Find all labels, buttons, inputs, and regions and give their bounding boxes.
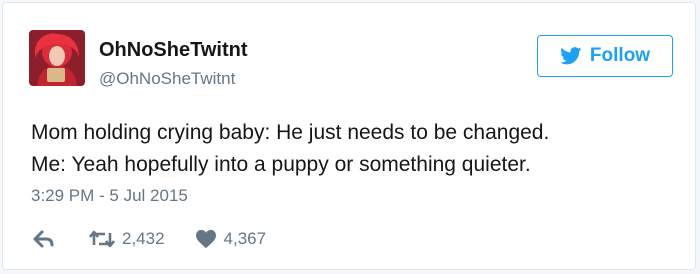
reply-icon xyxy=(33,230,54,248)
retweet-button[interactable]: 2,432 xyxy=(89,229,165,249)
tweet-line-1: Mom holding crying baby: He just needs t… xyxy=(31,121,550,144)
avatar[interactable] xyxy=(29,30,85,86)
follow-label: Follow xyxy=(589,45,651,66)
like-button[interactable]: 4,367 xyxy=(195,229,267,249)
retweet-icon xyxy=(89,230,115,248)
action-bar: 2,432 4,367 xyxy=(33,229,266,249)
user-handle[interactable]: @OhNoSheTwitnt xyxy=(99,69,235,89)
like-count: 4,367 xyxy=(223,229,267,248)
follow-button[interactable]: Follow xyxy=(537,35,673,77)
timestamp[interactable]: 3:29 PM - 5 Jul 2015 xyxy=(31,186,188,206)
tweet-text: Mom holding crying baby: He just needs t… xyxy=(31,117,549,181)
retweet-count: 2,432 xyxy=(122,229,165,248)
tweet-line-2: Me: Yeah hopefully into a puppy or somet… xyxy=(31,153,531,176)
bird-icon xyxy=(560,47,582,65)
display-name[interactable]: OhNoSheTwitnt xyxy=(99,39,248,62)
heart-icon xyxy=(195,229,216,249)
reply-button[interactable] xyxy=(33,230,55,248)
tweet-card: OhNoSheTwitnt @OhNoSheTwitnt Follow Mom … xyxy=(2,2,696,270)
